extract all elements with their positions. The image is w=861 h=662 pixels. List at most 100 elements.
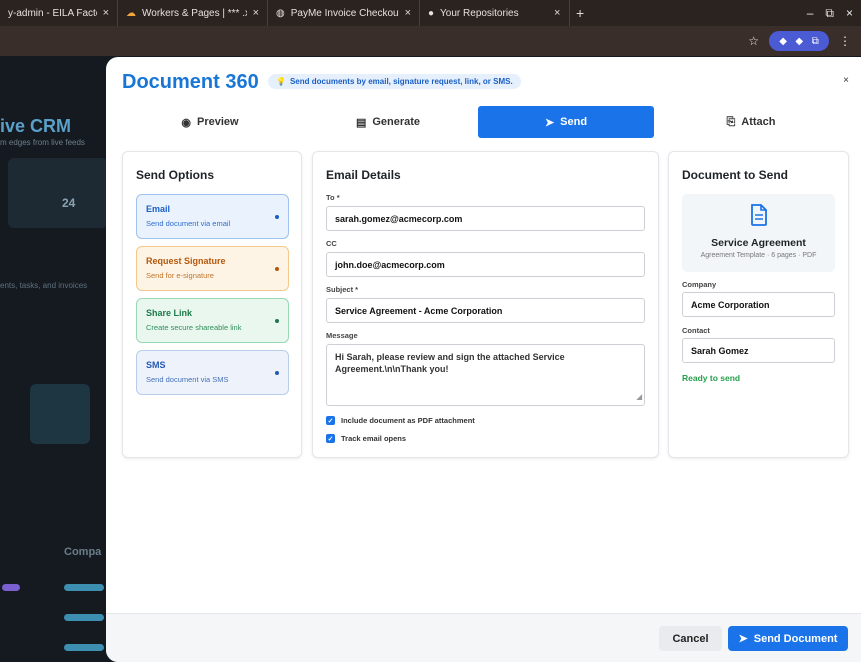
track-opens-checkbox[interactable]: ✓ Track email opens [326,434,406,443]
bg-bar [64,584,104,591]
contact-label: Contact [682,326,710,335]
checkbox-checked-icon[interactable]: ✓ [326,434,335,443]
send-options-panel: Send Options Email Send document via ema… [122,151,302,458]
contact-field[interactable]: Sarah Gomez [682,338,835,363]
extensions-pill[interactable]: ◆ ◆ ⧉ [769,31,829,51]
send-option-sms[interactable]: SMS Send document via SMS [136,350,289,395]
modal-title: Document 360 [122,71,259,93]
document-icon: ▤ [355,116,367,129]
restore-icon[interactable]: ⧉ [825,6,834,21]
option-desc: Send for e-signature [146,271,214,280]
tab-label: Send [560,116,588,128]
cloud-icon: ☁ [126,7,136,19]
send-option-email[interactable]: Email Send document via email [136,194,289,239]
option-label: Request Signature [146,256,226,266]
extension-icon[interactable]: ◆ [795,36,803,47]
close-icon[interactable]: × [843,75,849,86]
cc-label: CC [326,239,337,248]
subject-label: Subject * [326,285,359,294]
modal-header: Document 360 💡 Send documents by email, … [106,57,861,105]
hint-badge: 💡 Send documents by email, signature req… [268,74,521,89]
browser-tab[interactable]: ☁ Workers & Pages | *** .xyz Labs × [118,0,268,26]
address-bar: ☆ ◆ ◆ ⧉ ⋮ [0,26,861,56]
menu-icon[interactable]: ⋮ [839,34,851,48]
bg-title: ive CRM [0,116,72,136]
bg-bar [64,614,104,621]
option-desc: Send document via email [146,219,231,228]
document-name: Service Agreement [711,237,806,249]
option-dot [275,267,279,271]
tab-label: Preview [197,116,239,128]
window-controls: – ⧉ × [807,6,861,21]
company-label: Company [682,280,717,289]
browser-tab[interactable]: ● Your Repositories × [420,0,570,26]
modal-tabs: ◉ Preview ▤ Generate ➤ Send ⎘ Attach [122,106,848,138]
paperclip-icon: ⎘ [726,115,736,128]
lightbulb-icon: 💡 [276,77,286,86]
bg-subtitle: m edges from live feeds [0,138,85,147]
checkbox-label: Track email opens [341,434,407,443]
option-label: SMS [146,360,166,370]
bg-bar [2,584,20,591]
cc-field[interactable]: john.doe@acmecorp.com [326,252,645,277]
new-tab-button[interactable]: + [570,5,590,21]
eye-icon: ◉ [181,116,191,129]
checkbox-label: Include document as PDF attachment [341,416,475,425]
option-dot [275,215,279,219]
checkbox-checked-icon[interactable]: ✓ [326,416,335,425]
globe-icon: ◍ [276,7,285,19]
tab-close-icon[interactable]: × [405,7,411,19]
document-card: Service Agreement Agreement Template · 6… [682,194,835,272]
browser-tab-bar: y-admin - EILA Factory R × ☁ Workers & P… [0,0,861,26]
company-field[interactable]: Acme Corporation [682,292,835,317]
send-option-signature[interactable]: Request Signature Send for e-signature [136,246,289,291]
bg-text: ents, tasks, and invoices [0,281,88,290]
send-icon: ➤ [544,116,555,129]
bg-stat-value: 24 [62,196,76,210]
pdf-attachment-checkbox[interactable]: ✓ Include document as PDF attachment [326,416,475,425]
bg-section-title: Compa [64,546,102,558]
resize-handle-icon[interactable]: ◢ [637,392,642,404]
tab-close-icon[interactable]: × [554,7,560,19]
modal-footer: Cancel ➤ Send Document [106,613,861,662]
panel-title: Email Details [326,168,401,182]
send-icon: ➤ [738,633,748,645]
tab-title: PayMe Invoice Checkout [290,7,399,19]
file-text-icon [751,204,767,226]
browser-tab[interactable]: ◍ PayMe Invoice Checkout × [268,0,420,26]
to-label: To * [326,193,340,202]
tab-attach[interactable]: ⎘ Attach [656,106,846,138]
option-desc: Send document via SMS [146,375,229,384]
extension-icon[interactable]: ◆ [779,36,787,47]
cancel-button[interactable]: Cancel [659,626,722,651]
github-icon: ● [428,7,435,19]
send-document-button[interactable]: ➤ Send Document [728,626,848,651]
tab-close-icon[interactable]: × [253,7,259,19]
email-details-panel: Email Details To * sarah.gomez@acmecorp.… [312,151,659,458]
tab-generate[interactable]: ▤ Generate [300,106,476,138]
send-button-label: Send Document [753,632,838,645]
option-label: Share Link [146,308,193,318]
panel-title: Document to Send [682,168,789,182]
to-field[interactable]: sarah.gomez@acmecorp.com [326,206,645,231]
star-icon[interactable]: ☆ [748,34,759,48]
message-label: Message [326,331,358,340]
tab-preview[interactable]: ◉ Preview [122,106,298,138]
tab-title: y-admin - EILA Factory R [8,7,97,19]
bg-node [30,384,90,444]
tab-title: Your Repositories [440,7,519,19]
document-meta: Agreement Template · 6 pages · PDF [700,252,817,259]
bg-bar [64,644,104,651]
document-modal: Document 360 💡 Send documents by email, … [106,57,861,662]
puzzle-icon[interactable]: ⧉ [812,36,819,47]
option-desc: Create secure shareable link [146,323,242,332]
subject-field[interactable]: Service Agreement - Acme Corporation [326,298,645,323]
tab-close-icon[interactable]: × [103,7,109,19]
browser-tab[interactable]: y-admin - EILA Factory R × [0,0,118,26]
message-textarea[interactable]: Hi Sarah, please review and sign the att… [326,344,645,406]
window-close-icon[interactable]: × [846,6,853,21]
minimize-icon[interactable]: – [807,6,814,21]
tab-send[interactable]: ➤ Send [478,106,654,138]
hint-text: Send documents by email, signature reque… [289,77,513,86]
send-option-share-link[interactable]: Share Link Create secure shareable link [136,298,289,343]
